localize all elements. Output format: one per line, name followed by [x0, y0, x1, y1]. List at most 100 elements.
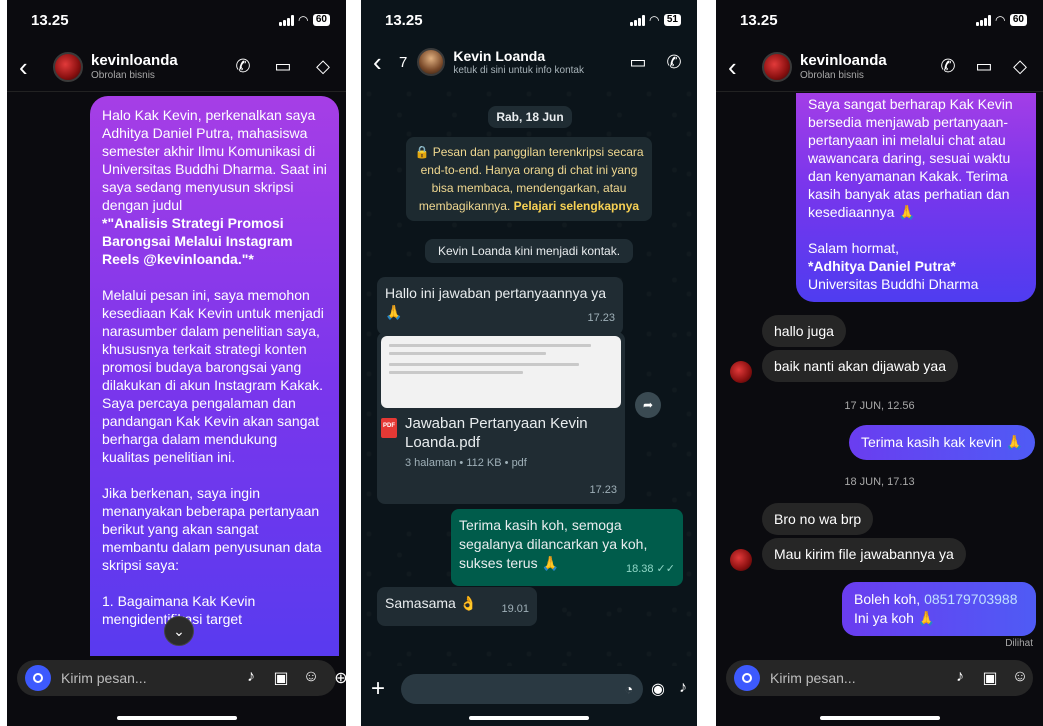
outgoing-message[interactable]: Terima kasih kak kevin 🙏: [849, 425, 1036, 460]
home-indicator: [116, 716, 237, 720]
message-signature: *Adhitya Daniel Putra*: [808, 258, 956, 274]
sticker-icon[interactable]: ◔: [625, 681, 633, 697]
phone-number-link[interactable]: 085179703988: [924, 591, 1017, 607]
message-input[interactable]: [770, 670, 951, 686]
incoming-message[interactable]: Hallo ini jawaban pertanyaannya ya 🙏 17.…: [377, 277, 623, 335]
contact-info[interactable]: Kevin Loanda ketuk di sini untuk info ko…: [453, 48, 584, 76]
incoming-message[interactable]: Bro no wa brp: [762, 503, 874, 535]
phone-call-icon[interactable]: ✆: [937, 56, 959, 77]
contact-info[interactable]: kevinloanda Obrolan bisnis: [91, 52, 178, 81]
forward-icon: ➦: [642, 398, 654, 412]
message-list[interactable]: Rab, 18 Jun 🔒 Pesan dan panggilan terenk…: [361, 82, 697, 666]
video-call-icon[interactable]: ▭: [272, 56, 294, 77]
battery-indicator: 60: [1009, 14, 1027, 26]
outgoing-message[interactable]: Terima kasih koh, semoga segalanya dilan…: [451, 509, 683, 586]
back-icon[interactable]: ‹: [19, 54, 43, 80]
microphone-icon[interactable]: ♪: [679, 679, 687, 699]
wifi-icon: ◠: [649, 13, 659, 27]
outgoing-message[interactable]: Saya sangat berharap Kak Kevin bersedia …: [796, 93, 1036, 302]
sticker-icon[interactable]: ☺: [302, 668, 320, 688]
avatar[interactable]: [53, 51, 83, 82]
avatar[interactable]: [417, 48, 446, 76]
chat-header: ‹ 7 Kevin Loanda ketuk di sini untuk inf…: [361, 42, 697, 82]
message-text: baik nanti akan dijawab yaa: [774, 358, 947, 374]
message-list[interactable]: Saya sangat berharap Kak Kevin bersedia …: [716, 93, 1043, 656]
timestamp: 18 JUN, 17.13: [844, 476, 915, 488]
camera-button[interactable]: [734, 665, 760, 691]
whatsapp-chat-screen: 13.25 ◠ 51 ‹ 7 Kevin Loanda ketuk di sin…: [361, 0, 697, 726]
chat-header: ‹ kevinloanda Obrolan bisnis ✆ ▭ ◇: [716, 42, 1043, 92]
camera-icon[interactable]: ◉: [651, 679, 665, 699]
instagram-chat-screen-1: 13.25 ◠ 60 ‹ kevinloanda Obrolan bisnis …: [7, 0, 346, 726]
gallery-icon[interactable]: ▣: [272, 668, 290, 688]
encryption-notice: 🔒 Pesan dan panggilan terenkripsi secara…: [406, 137, 652, 221]
message-paragraph: Jika berkenan, saya ingin menanyakan beb…: [102, 485, 322, 573]
date-text: Rab, 18 Jun: [496, 110, 564, 124]
tag-icon[interactable]: ◇: [1009, 56, 1031, 77]
incoming-message[interactable]: hallo juga: [762, 315, 846, 347]
message-list[interactable]: Halo Kak Kevin, perkenalkan saya Adhitya…: [7, 93, 346, 656]
message-composer: + ◔ ◉ ♪: [361, 670, 697, 708]
attach-icon[interactable]: +: [371, 675, 393, 703]
home-indicator: [469, 716, 589, 720]
message-text: Bro no wa brp: [774, 511, 862, 527]
message-text: Hallo ini jawaban pertanyaannya ya 🙏: [385, 285, 607, 320]
back-icon[interactable]: ‹: [728, 54, 752, 80]
wifi-icon: ◠: [995, 13, 1005, 27]
wifi-icon: ◠: [298, 13, 308, 27]
signal-icon: [629, 14, 645, 26]
camera-icon: [33, 673, 43, 683]
contact-info[interactable]: kevinloanda Obrolan bisnis: [800, 52, 887, 81]
sticker-icon[interactable]: ☺: [1011, 668, 1029, 688]
microphone-icon[interactable]: ♪: [242, 668, 260, 688]
message-text: Terima kasih koh, semoga segalanya dilan…: [459, 517, 648, 571]
avatar[interactable]: [762, 51, 792, 82]
pdf-icon: PDF: [381, 418, 397, 438]
incoming-message[interactable]: Samasama 👌 19.01: [377, 587, 537, 626]
video-call-icon[interactable]: ▭: [627, 52, 649, 73]
avatar[interactable]: [730, 549, 752, 571]
contact-subtitle: Obrolan bisnis: [91, 70, 155, 81]
message-input[interactable]: ◔: [401, 674, 644, 704]
date-pill: Rab, 18 Jun: [488, 106, 572, 128]
status-time: 13.25: [31, 11, 69, 29]
contact-name: Kevin Loanda: [453, 48, 546, 64]
message-paragraph: Melalui pesan ini, saya memohon kesediaa…: [102, 287, 324, 465]
avatar[interactable]: [730, 361, 752, 383]
add-icon[interactable]: ⊕: [332, 668, 346, 688]
contact-name: kevinloanda: [91, 52, 178, 69]
message-paragraph: Saya sangat berharap Kak Kevin bersedia …: [808, 96, 1013, 220]
chevron-down-icon: ⌄: [173, 622, 185, 639]
gallery-icon[interactable]: ▣: [981, 668, 999, 688]
message-time: 18.38 ✓✓: [625, 563, 675, 575]
message-input[interactable]: [61, 670, 242, 686]
forward-button[interactable]: ➦: [635, 392, 661, 418]
battery-indicator: 51: [663, 14, 681, 26]
message-paragraph: Halo Kak Kevin, perkenalkan saya Adhitya…: [102, 107, 327, 213]
message-paragraph: Universitas Buddhi Dharma: [808, 276, 979, 292]
message-title: *"Analisis Strategi Promosi Barongsai Me…: [102, 215, 293, 267]
outgoing-message[interactable]: Boleh koh, 085179703988 Ini ya koh 🙏: [842, 582, 1036, 636]
document-message[interactable]: PDF Jawaban Pertanyaan Kevin Loanda.pdf …: [377, 332, 625, 504]
camera-button[interactable]: [25, 665, 51, 691]
status-bar: 13.25 ◠ 60: [7, 0, 346, 40]
incoming-message[interactable]: Mau kirim file jawabannya ya: [762, 538, 966, 570]
message-text: Mau kirim file jawabannya ya: [774, 546, 954, 562]
tag-icon[interactable]: ◇: [312, 56, 334, 77]
learn-more-link[interactable]: Pelajari selengkapnya: [514, 199, 639, 213]
status-time: 13.25: [385, 11, 423, 29]
video-call-icon[interactable]: ▭: [973, 56, 995, 77]
message-time: 17.23: [589, 484, 617, 496]
phone-call-icon[interactable]: ✆: [663, 52, 685, 73]
phone-call-icon[interactable]: ✆: [232, 56, 254, 77]
incoming-message[interactable]: baik nanti akan dijawab yaa: [762, 350, 959, 382]
microphone-icon[interactable]: ♪: [951, 668, 969, 688]
scroll-down-button[interactable]: ⌄: [164, 616, 194, 646]
status-bar: 13.25 ◠ 51: [361, 0, 697, 40]
camera-icon: [742, 673, 752, 683]
home-indicator: [819, 716, 940, 720]
document-preview[interactable]: [381, 336, 621, 408]
outgoing-message[interactable]: Halo Kak Kevin, perkenalkan saya Adhitya…: [90, 96, 339, 656]
message-composer: ♪ ▣ ☺ ⊕: [17, 660, 346, 696]
back-icon[interactable]: ‹: [373, 49, 397, 75]
